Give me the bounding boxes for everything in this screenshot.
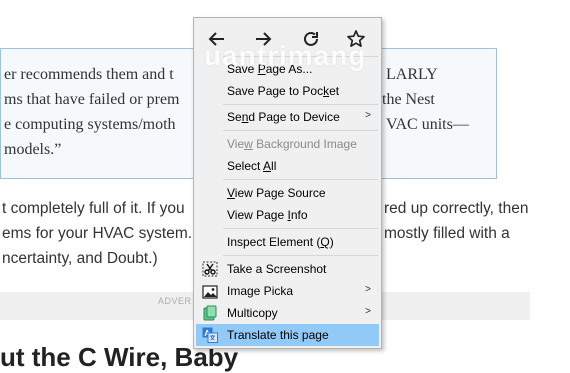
inspect-element-item[interactable]: Inspect Element (Q) bbox=[196, 231, 379, 253]
menu-item-label: Select All bbox=[227, 159, 277, 173]
save-to-pocket-item[interactable]: Save Page to Pocket bbox=[196, 80, 379, 102]
quote-text-line: the Nest bbox=[382, 91, 435, 108]
quote-text-line: VAC units— bbox=[386, 116, 469, 133]
select-all-item[interactable]: Select All bbox=[196, 155, 379, 177]
image-picka-icon bbox=[202, 285, 218, 299]
quote-text-line: ms that have failed or prem bbox=[4, 91, 180, 108]
quote-text-line: LARLY bbox=[386, 66, 438, 83]
submenu-arrow-icon: > bbox=[365, 306, 371, 317]
submenu-arrow-icon: > bbox=[365, 284, 371, 295]
menu-item-label: Save Page to Pocket bbox=[227, 84, 340, 98]
article-text-line: t completely full of it. If you bbox=[2, 200, 185, 217]
menu-separator bbox=[223, 179, 378, 180]
menu-item-label: Send Page to Device bbox=[227, 110, 340, 124]
menu-separator bbox=[223, 130, 378, 131]
image-picka-item[interactable]: Image Picka > bbox=[196, 280, 379, 302]
watermark-logo: uantrimang bbox=[204, 40, 367, 71]
menu-item-label: Multicopy bbox=[227, 306, 278, 320]
scissors-icon bbox=[202, 261, 218, 277]
view-background-image-item: View Background Image bbox=[196, 133, 379, 155]
menu-item-label: Take a Screenshot bbox=[227, 262, 327, 276]
menu-separator bbox=[223, 104, 378, 105]
quote-text-line: er recommends them and t bbox=[4, 66, 174, 83]
menu-separator bbox=[223, 255, 378, 256]
menu-separator bbox=[223, 228, 378, 229]
take-screenshot-item[interactable]: Take a Screenshot bbox=[196, 258, 379, 280]
submenu-arrow-icon: > bbox=[365, 110, 371, 121]
menu-item-label: Image Picka bbox=[227, 284, 294, 298]
article-text-line: ncertainty, and Doubt.) bbox=[2, 250, 158, 267]
article-text-line: ems for your HVAC system. bbox=[2, 225, 193, 242]
menu-item-label: View Page Info bbox=[227, 208, 308, 222]
menu-item-label: Translate this page bbox=[227, 328, 329, 342]
menu-item-label: View Background Image bbox=[227, 137, 357, 151]
menu-item-label: View Page Source bbox=[227, 186, 326, 200]
advertisement-label: ADVER bbox=[158, 296, 192, 306]
view-page-info-item[interactable]: View Page Info bbox=[196, 204, 379, 226]
menu-item-label: Inspect Element (Q) bbox=[227, 235, 334, 249]
multicopy-item[interactable]: Multicopy > bbox=[196, 302, 379, 324]
quote-text-line: e computing systems/moth bbox=[4, 116, 176, 133]
translate-page-item[interactable]: A Translate this page bbox=[196, 324, 379, 346]
article-text-line: red up correctly, then bbox=[384, 200, 529, 217]
translate-icon: A bbox=[202, 327, 218, 343]
quote-text-line: models.” bbox=[4, 141, 62, 158]
article-text-line: mostly filled with a bbox=[384, 225, 510, 242]
view-page-source-item[interactable]: View Page Source bbox=[196, 182, 379, 204]
multicopy-icon bbox=[203, 305, 217, 321]
send-to-device-item[interactable]: Send Page to Device > bbox=[196, 106, 379, 128]
